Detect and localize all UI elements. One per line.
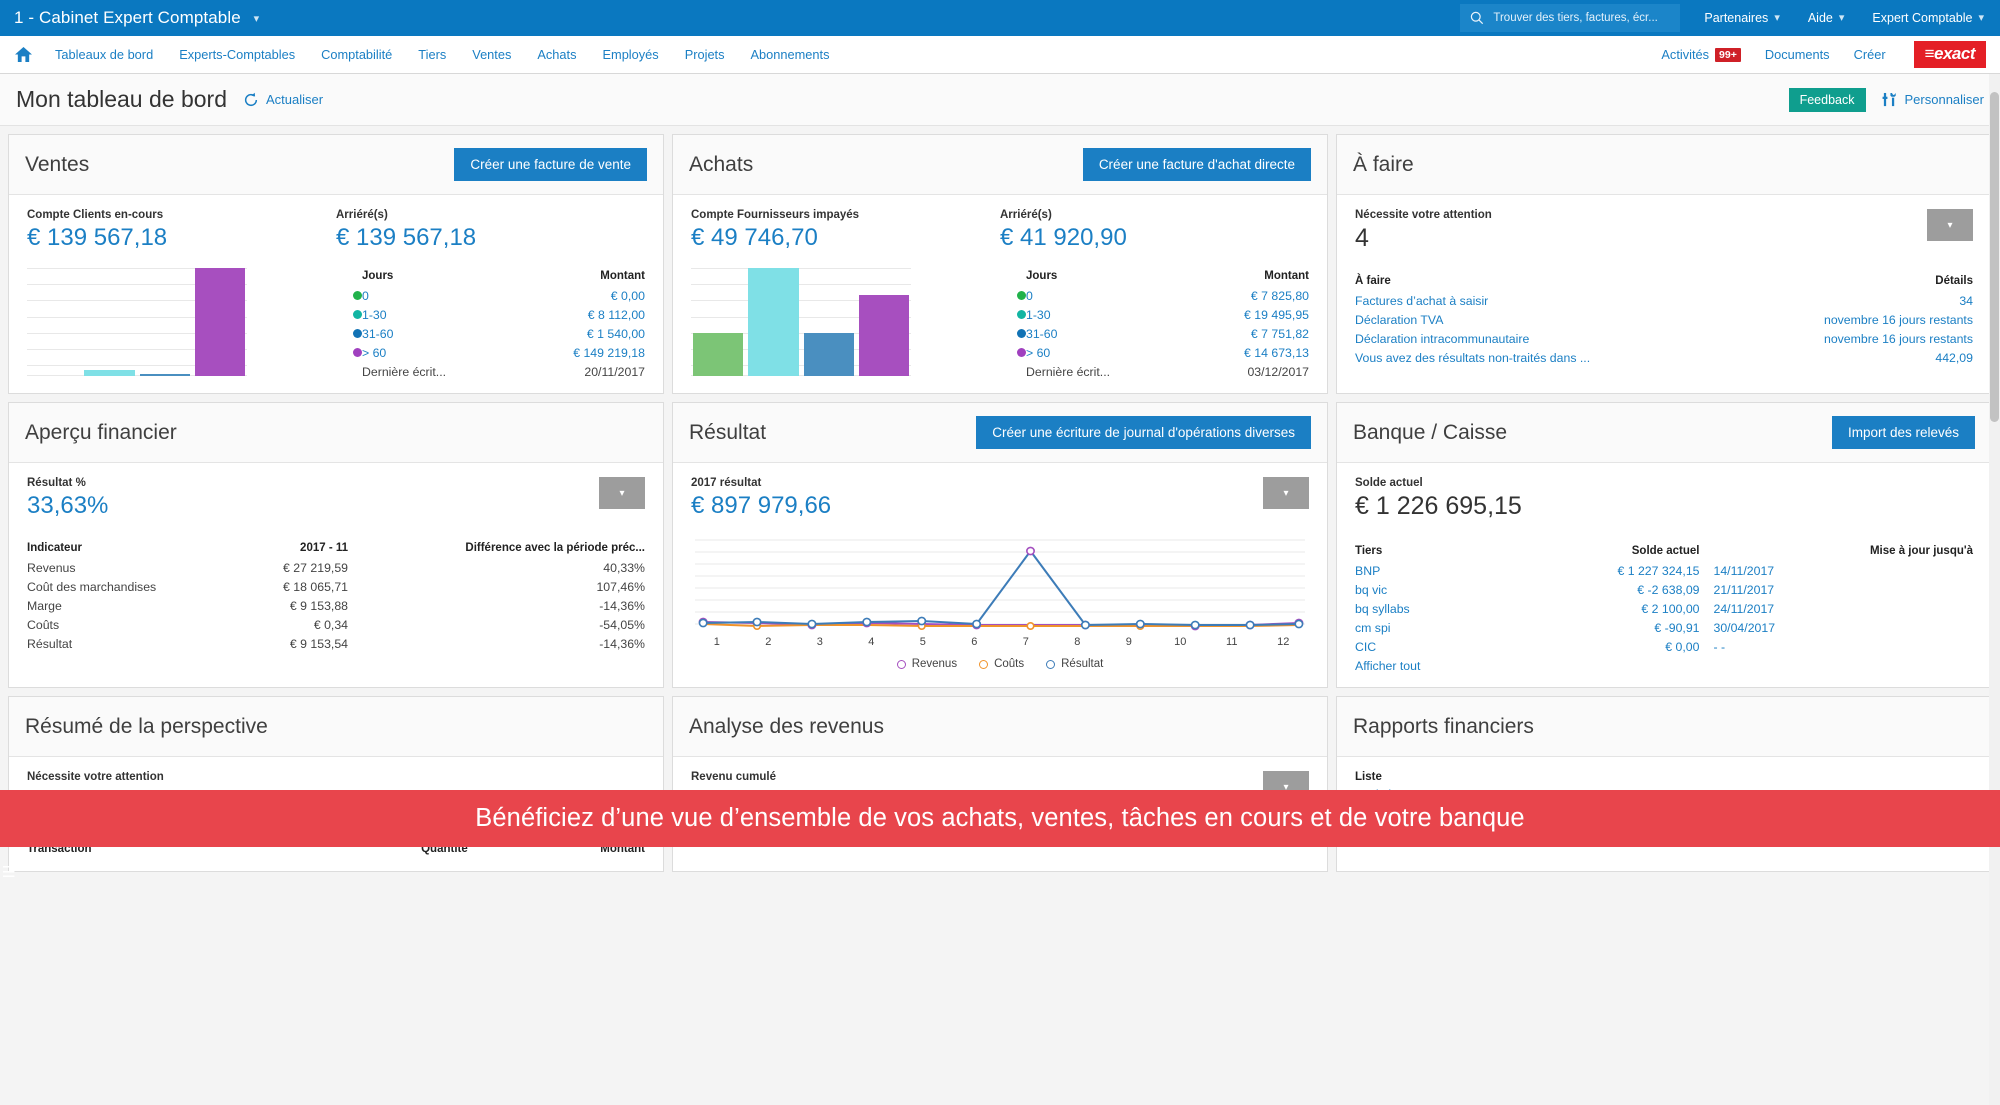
nav-right-group: Activités 99+ Documents Créer ≡exact [1661,41,1986,68]
chevron-down-icon: ▾ [1978,11,1984,24]
nav-item-experts-comptables[interactable]: Experts-Comptables [179,47,295,62]
nav-item-comptabilite[interactable]: Comptabilité [321,47,392,62]
search-icon [1471,11,1484,25]
company-selector[interactable]: 1 - Cabinet Expert Comptable ▾ [14,8,259,28]
settings-tools-icon [1882,92,1896,106]
refresh-icon [244,92,258,106]
nav-item-ventes[interactable]: Ventes [472,47,511,62]
promo-banner-text: Bénéficiez d’une vue d’ensemble de vos a… [475,804,1525,832]
nav-item-tiers[interactable]: Tiers [418,47,446,62]
nav-item-label: Activités [1661,47,1710,62]
exact-logo[interactable]: ≡exact [1913,41,1986,68]
nav-item-abonnements[interactable]: Abonnements [751,47,830,62]
page-title: Mon tableau de bord [16,86,227,112]
refresh-label: Actualiser [266,92,324,107]
nav-item-creer[interactable]: Créer [1854,47,1886,62]
home-icon[interactable] [14,46,33,63]
nav-item-projets[interactable]: Projets [685,47,725,62]
nav-item-achats[interactable]: Achats [537,47,576,62]
page-header: Mon tableau de bord Actualiser Feedback … [0,74,2000,126]
main-navigation: Tableaux de bord Experts-Comptables Comp… [0,36,2000,74]
feedback-button[interactable]: Feedback [1788,87,1866,112]
personalize-label: Personnaliser [1904,92,1985,107]
top-bar-right: Trouver des tiers, factures, écr... Part… [1460,4,1986,32]
topbar-link-expert-comptable[interactable]: Expert Comptable ▾ [1872,11,1984,25]
top-bar: 1 - Cabinet Expert Comptable ▾ Trouver d… [0,0,2000,36]
dashboard-grid: Ventes Créer une facture de vente Compte… [0,126,2000,880]
chevron-down-icon: ▾ [1838,11,1845,24]
page-header-actions: Feedback Personnaliser [1788,87,1985,112]
chevron-down-icon: ▾ [253,13,260,25]
page-scrollbar[interactable] [1989,74,2000,1105]
company-name-label: 1 - Cabinet Expert Comptable [14,8,241,27]
activities-badge: 99+ [1715,48,1741,62]
dashboard-app: 1 - Cabinet Expert Comptable ▾ Trouver d… [0,0,2000,1105]
exact-logo-text: exact [1934,44,1975,63]
personalize-button[interactable]: Personnaliser [1882,92,1985,108]
nav-item-activites[interactable]: Activités 99+ [1661,47,1741,62]
chevron-down-icon: ▾ [1774,11,1780,24]
topbar-link-label: Partenaires [1704,11,1769,25]
search-input[interactable]: Trouver des tiers, factures, écr... [1460,4,1681,32]
nav-item-tableaux-de-bord[interactable]: Tableaux de bord [55,47,153,62]
topbar-link-label: Aide [1807,11,1833,25]
refresh-button[interactable]: Actualiser [243,92,323,108]
topbar-link-partenaires[interactable]: Partenaires ▾ [1704,11,1779,25]
topbar-link-aide[interactable]: Aide ▾ [1808,11,1845,25]
search-placeholder: Trouver des tiers, factures, écr... [1493,12,1658,24]
nav-item-documents[interactable]: Documents [1765,47,1830,62]
nav-item-employes[interactable]: Employés [603,47,659,62]
topbar-link-label: Expert Comptable [1872,11,1973,25]
scrollbar-thumb[interactable] [1990,92,1999,422]
promo-banner: Bénéficiez d’une vue d’ensemble de vos a… [0,790,2000,847]
hamburger-icon: ☰ [2,864,16,881]
